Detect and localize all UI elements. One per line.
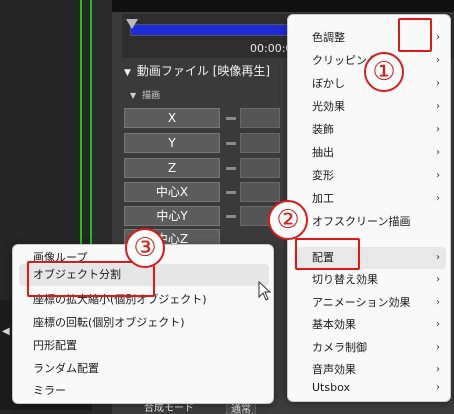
chevron-right-icon: ›	[436, 382, 440, 393]
step-2-badge: ②	[268, 200, 308, 240]
collapse-icon[interactable]: ▼	[124, 62, 131, 84]
menu-item-transition-effects[interactable]: 切り替え効果 ›	[294, 269, 446, 291]
chevron-right-icon: ›	[436, 297, 440, 308]
param-separator	[226, 191, 236, 194]
chevron-right-icon: ›	[436, 193, 440, 204]
menu-item-label: オフスクリーン描画	[312, 215, 411, 228]
panel-titlebar	[112, 0, 454, 12]
menu-item-label: 変形	[312, 169, 334, 182]
chevron-right-icon: ›	[436, 124, 440, 135]
menu-item-camera-control[interactable]: カメラ制御 ›	[294, 337, 446, 359]
param-z-slider[interactable]	[240, 158, 280, 178]
menu-item-decoration[interactable]: 装飾 ›	[294, 119, 446, 141]
menu-item-utsbox[interactable]: Utsbox ›	[294, 377, 446, 399]
collapse-icon[interactable]: ▼	[130, 91, 136, 100]
step-3-badge: ③	[125, 228, 165, 268]
menu-item-label: 抽出	[312, 146, 334, 159]
mouse-cursor-icon	[258, 281, 272, 301]
menu-item-light-effects[interactable]: 光効果 ›	[294, 96, 446, 118]
seek-start-handle[interactable]	[126, 19, 138, 29]
submenu-item-mirror[interactable]: ミラー	[19, 380, 269, 402]
highlight-placement-item	[295, 238, 360, 270]
menu-item-basic-effects[interactable]: 基本効果 ›	[294, 314, 446, 336]
chevron-right-icon: ›	[436, 55, 440, 66]
submenu-item-random-placement[interactable]: ランダム配置	[19, 358, 269, 380]
param-y-button[interactable]: Y	[124, 133, 220, 153]
menu-item-label: 色調整	[312, 31, 345, 44]
chevron-right-icon: ›	[436, 252, 440, 263]
menu-item-label: アニメーション効果	[312, 296, 411, 309]
param-separator	[226, 142, 236, 145]
chevron-right-icon: ›	[436, 342, 440, 353]
menu-item-label: 装飾	[312, 123, 334, 136]
menu-item-label: 音声効果	[312, 363, 356, 376]
param-separator	[226, 167, 236, 170]
draw-group-header[interactable]: ▼ 描画	[130, 88, 160, 101]
menu-item-label: Utsbox	[312, 381, 350, 394]
menu-item-label: 基本効果	[312, 318, 356, 331]
chevron-right-icon: ›	[436, 319, 440, 330]
timeline-markers	[80, 0, 94, 250]
param-z-button[interactable]: Z	[124, 158, 220, 178]
chevron-right-icon: ›	[436, 78, 440, 89]
param-x-button[interactable]: X	[124, 108, 220, 128]
chevron-right-icon: ›	[436, 32, 440, 43]
param-separator	[226, 215, 236, 218]
menu-item-processing[interactable]: 加工 ›	[294, 188, 446, 210]
param-x-slider[interactable]	[240, 108, 280, 128]
menu-item-label: 光効果	[312, 100, 345, 113]
chevron-right-icon: ›	[436, 101, 440, 112]
menu-item-animation-effects[interactable]: アニメーション効果 ›	[294, 292, 446, 314]
menu-item-label: カメラ制御	[312, 341, 367, 354]
submenu-item-rotate-coords[interactable]: 座標の回転(個別オブジェクト)	[19, 312, 269, 334]
param-y-slider[interactable]	[240, 133, 280, 153]
step-1-badge: ①	[364, 52, 404, 92]
param-center-x-button[interactable]: 中心X	[124, 182, 220, 202]
menu-item-label: 加工	[312, 192, 334, 205]
chevron-right-icon: ›	[436, 170, 440, 181]
chevron-right-icon: ›	[436, 147, 440, 158]
param-separator	[226, 117, 236, 120]
menu-item-extract[interactable]: 抽出 ›	[294, 142, 446, 164]
menu-item-transform[interactable]: 変形 ›	[294, 165, 446, 187]
draw-group-label: 描画	[142, 91, 161, 101]
param-center-y-button[interactable]: 中心Y	[124, 206, 220, 226]
highlight-object-split-item	[27, 261, 155, 297]
chevron-right-icon: ›	[436, 274, 440, 285]
highlight-add-button	[398, 18, 432, 52]
menu-item-offscreen-draw[interactable]: オフスクリーン描画	[294, 211, 446, 233]
section-title: 動画ファイル [映像再生]	[136, 64, 271, 78]
menu-item-label: ぼかし	[312, 77, 345, 90]
menu-item-label: 切り替え効果	[312, 273, 378, 286]
param-center-x-slider[interactable]	[240, 182, 280, 202]
submenu-item-circular-placement[interactable]: 円形配置	[19, 335, 269, 357]
